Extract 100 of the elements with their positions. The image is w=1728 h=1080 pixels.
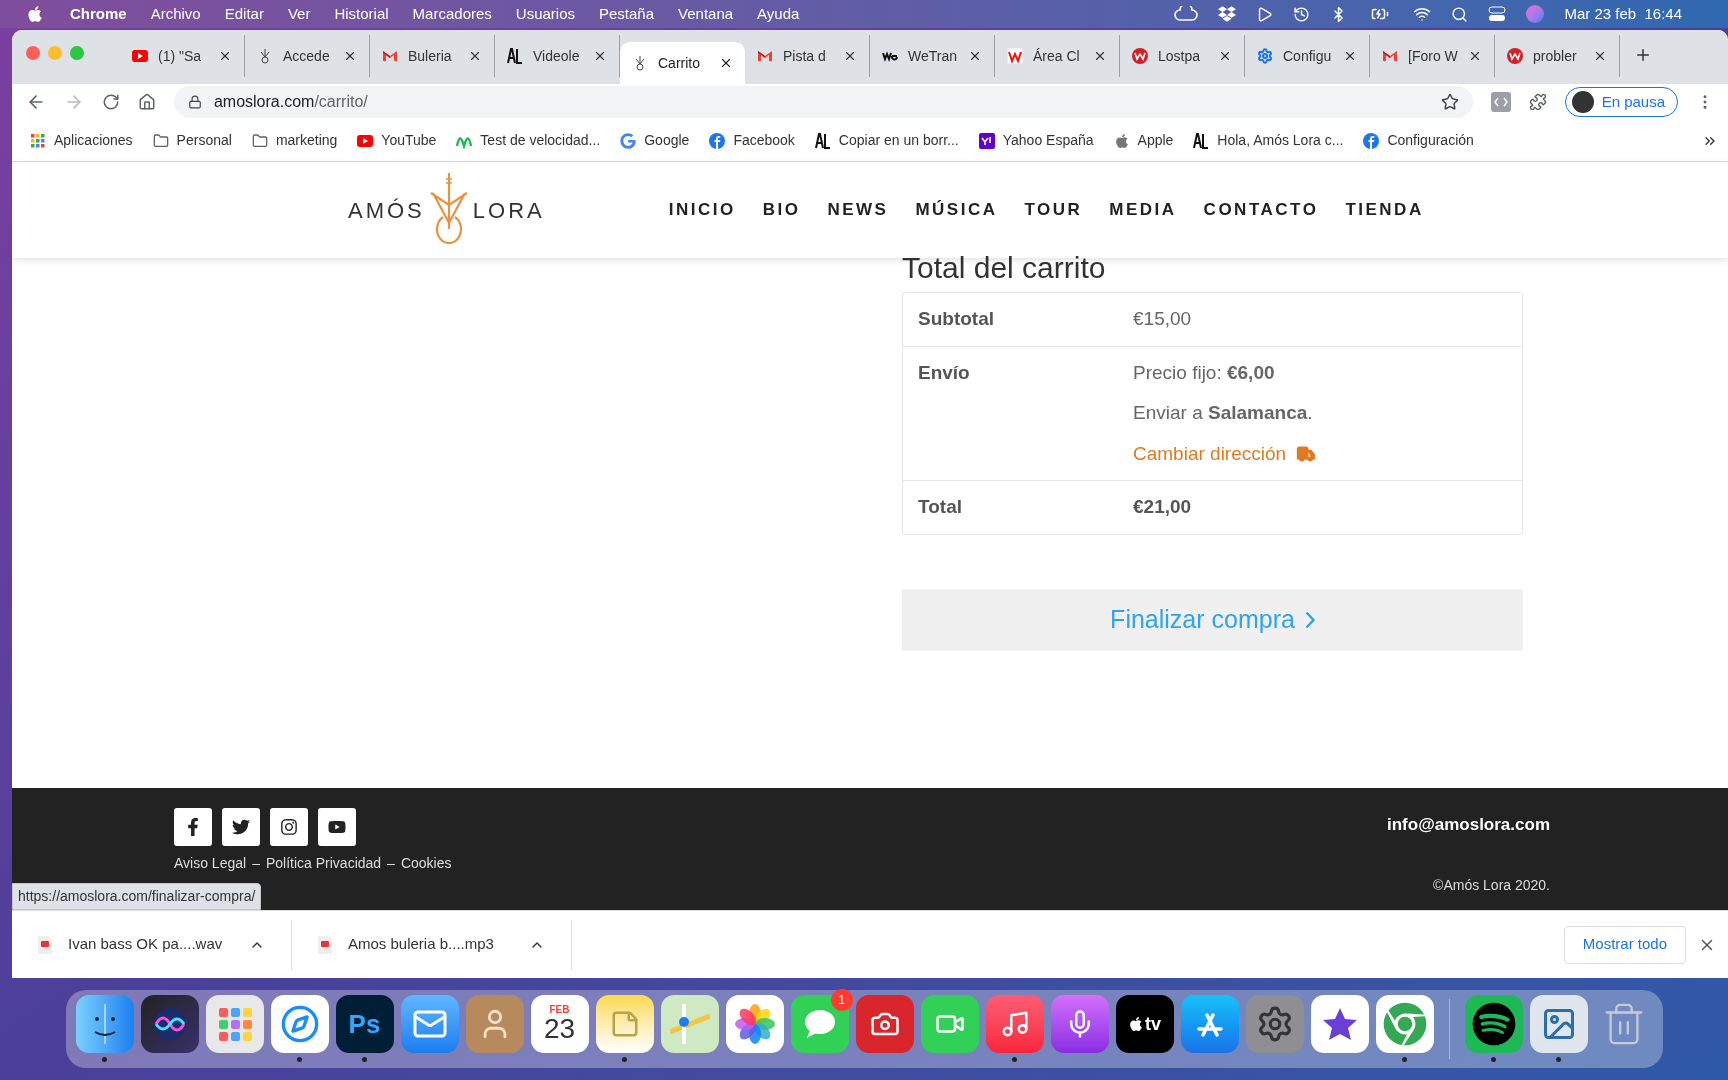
show-all-button[interactable]: Mostrar todo [1563, 925, 1686, 964]
browser-tab[interactable]: probler [1495, 35, 1620, 77]
menu-item[interactable]: Marcadores [412, 2, 492, 26]
close-tab-icon[interactable] [593, 49, 607, 63]
browser-tab[interactable]: Carrito [620, 42, 745, 84]
bookmark-item[interactable]: Configuración [1363, 130, 1474, 151]
app-label: Ps [348, 1007, 381, 1041]
close-tab-icon[interactable] [1593, 49, 1607, 63]
app-menu[interactable]: Chrome [70, 2, 127, 26]
nav-link[interactable]: MÚSICA [915, 197, 998, 223]
app-icon[interactable] [855, 995, 914, 1053]
close-tab-icon[interactable] [1468, 49, 1482, 63]
play-icon[interactable] [1256, 5, 1274, 23]
search-icon[interactable] [1451, 5, 1469, 23]
app-icon[interactable] [1245, 995, 1304, 1053]
bookmark-item[interactable]: marketing [251, 130, 338, 151]
monogram-icon [1193, 132, 1210, 149]
close-tab-icon[interactable] [343, 49, 357, 63]
app-icon[interactable]: Ps [335, 995, 394, 1053]
app-icon[interactable] [1180, 995, 1239, 1053]
nav-link[interactable]: BIO [762, 197, 801, 223]
code-icon[interactable] [1490, 92, 1511, 112]
facebook-icon[interactable] [174, 808, 212, 846]
nav-link[interactable]: TIENDA [1345, 197, 1424, 223]
download-item[interactable]: Ivan bass OK pa....wav [12, 919, 292, 970]
footer-link[interactable]: Aviso Legal [174, 853, 247, 874]
email-text[interactable]: info@amoslora.com [1387, 812, 1550, 838]
browser-tab[interactable]: WeTran [870, 35, 995, 77]
bookmark-item[interactable]: Facebook [709, 130, 795, 151]
tab-title: WeTran [908, 46, 958, 66]
app-icon[interactable] [400, 995, 459, 1053]
menu-clock[interactable]: Mar 23 feb 16:44 [1564, 2, 1682, 26]
menu-item[interactable]: Ver [287, 2, 311, 26]
close-tab-icon[interactable] [719, 56, 733, 70]
download-item[interactable]: Amos buleria b....mp3 [292, 919, 572, 970]
browser-tab[interactable]: (1) "Sa [120, 35, 245, 77]
apple-menu-icon[interactable] [26, 5, 44, 23]
footer-link[interactable]: Política Privacidad [265, 853, 382, 874]
app-icon[interactable] [985, 995, 1044, 1053]
menu-item[interactable]: Archivo [150, 2, 201, 26]
bookmark-item[interactable]: Hola, Amós Lora c... [1193, 130, 1344, 151]
bookmark-item[interactable]: Apple [1113, 130, 1174, 151]
avatar-icon [1571, 91, 1594, 113]
nav-link[interactable]: NEWS [827, 197, 889, 223]
home-icon[interactable] [137, 93, 156, 111]
bookmark-item[interactable]: Aplicaciones [30, 130, 133, 151]
menu-item[interactable]: Ayuda [757, 2, 800, 26]
apple-icon [1128, 1016, 1144, 1032]
nav-link[interactable]: MEDIA [1109, 197, 1177, 223]
close-tab-icon[interactable] [843, 49, 857, 63]
app-icon[interactable] [1050, 995, 1109, 1053]
address-bar[interactable]: amoslora.com/carrito/ [173, 86, 1473, 118]
app-icon[interactable] [1529, 995, 1588, 1053]
browser-tab[interactable]: Configu [1245, 35, 1370, 77]
twitter-icon[interactable] [222, 808, 260, 846]
history-icon[interactable] [1293, 5, 1311, 23]
reload-icon[interactable] [101, 93, 120, 111]
monogram-icon [814, 132, 831, 149]
menu-item[interactable]: Usuarios [515, 2, 575, 26]
browser-tab[interactable]: [Foro W [1370, 35, 1495, 77]
bookmark-star-icon[interactable] [1440, 93, 1459, 111]
browser-tab[interactable]: Pista d [745, 35, 870, 77]
bookmark-item[interactable]: Google [620, 130, 690, 151]
extensions-icon[interactable] [1528, 93, 1547, 111]
menu-item[interactable]: Historial [334, 2, 389, 26]
bookmark-item[interactable]: YouTube [357, 130, 437, 151]
menu-item[interactable]: Pestaña [599, 2, 655, 26]
menu-item[interactable]: Editar [224, 2, 264, 26]
bookmark-item[interactable]: Yahoo España [978, 130, 1094, 151]
toggles-icon[interactable] [1488, 6, 1507, 22]
app-icon[interactable] [140, 995, 199, 1053]
menu-item[interactable]: Ventana [678, 2, 734, 26]
nav-link[interactable]: TOUR [1024, 197, 1083, 223]
row-label: Total [918, 495, 963, 519]
nav-link[interactable]: CONTACTO [1203, 197, 1319, 223]
youtube-icon[interactable] [318, 808, 356, 846]
close-tab-icon[interactable] [218, 49, 232, 63]
browser-tab[interactable]: Accede [245, 35, 370, 77]
nav-link[interactable]: INICIO [668, 197, 736, 223]
dropbox-icon[interactable] [1218, 5, 1237, 23]
browser-tab[interactable]: Lostpa [1120, 35, 1245, 77]
wifi-icon[interactable] [1413, 5, 1432, 23]
close-tab-icon[interactable] [1343, 49, 1357, 63]
close-tab-icon[interactable] [1218, 49, 1232, 63]
new-tab-icon[interactable] [1634, 46, 1652, 64]
bookmark-item[interactable]: Copiar en un borr... [814, 130, 959, 151]
app-icon[interactable] [1310, 995, 1369, 1053]
close-tab-icon[interactable] [968, 49, 982, 63]
app-icon[interactable]: FEB 23 [530, 995, 589, 1053]
close-tab-icon[interactable] [1093, 49, 1107, 63]
close-tab-icon[interactable] [468, 49, 482, 63]
app-icon[interactable] [1464, 995, 1523, 1053]
cloud-icon[interactable] [1174, 6, 1199, 22]
bookmark-item[interactable]: Test de velocidad... [456, 130, 601, 151]
browser-tab[interactable]: Buleria [370, 35, 495, 77]
app-icon[interactable]: tv [1115, 995, 1174, 1053]
bookmark-item[interactable]: Personal [152, 130, 232, 151]
browser-tab[interactable]: Área Cl [995, 35, 1120, 77]
instagram-icon[interactable] [270, 808, 308, 846]
footer-link[interactable]: Cookies [400, 853, 452, 874]
